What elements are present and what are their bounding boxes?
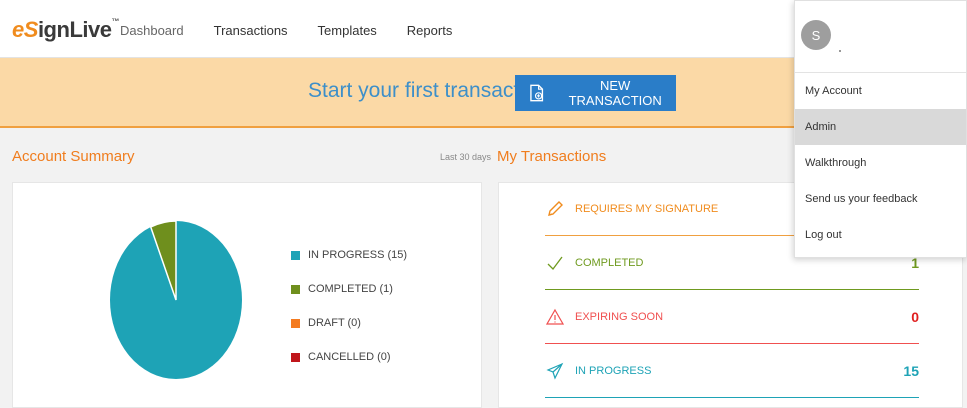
app: eSignLive™ Dashboard Transactions Templa… [0, 0, 967, 408]
checkmark-icon [545, 253, 565, 273]
legend-label: CANCELLED (0) [308, 351, 391, 363]
esignlive-logo[interactable]: eSignLive™ [12, 17, 119, 43]
menu-item-my-account[interactable]: My Account [795, 73, 966, 109]
menu-item-walkthrough[interactable]: Walkthrough [795, 145, 966, 181]
new-document-icon [530, 84, 544, 102]
tx-row-label: EXPIRING SOON [575, 311, 664, 323]
legend-item-draft[interactable]: DRAFT (0) [291, 306, 407, 340]
tx-row-count: 15 [903, 363, 919, 379]
account-summary-title: Account Summary [12, 148, 135, 165]
nav-transactions[interactable]: Transactions [214, 23, 288, 38]
nav-reports[interactable]: Reports [407, 23, 453, 38]
nav-dashboard[interactable]: Dashboard [120, 23, 184, 38]
legend-item-completed[interactable]: COMPLETED (1) [291, 272, 407, 306]
new-transaction-label: NEW TRANSACTION [568, 78, 662, 108]
pen-icon [545, 199, 565, 219]
menu-item-log-out[interactable]: Log out [795, 217, 966, 253]
main-nav: Dashboard Transactions Templates Reports [120, 23, 482, 38]
avatar[interactable]: S [801, 20, 831, 50]
swatch [291, 284, 300, 294]
my-transactions-title: My Transactions [497, 148, 607, 165]
banner-text: Start your first transaction [308, 79, 548, 102]
tx-row-expiring-soon[interactable]: EXPIRING SOON 0 [545, 291, 919, 344]
user-menu-header: S [795, 1, 966, 73]
legend-label: COMPLETED (1) [308, 283, 393, 295]
user-menu-dropdown: S My Account Admin Walkthrough Send us y… [794, 0, 967, 258]
nav-templates[interactable]: Templates [318, 23, 377, 38]
separator-dot [839, 50, 841, 52]
account-summary-pie-chart [110, 220, 242, 379]
tx-row-label: IN PROGRESS [575, 365, 652, 377]
tx-row-count: 0 [911, 309, 919, 325]
period-label: Last 30 days [440, 152, 492, 162]
legend-label: IN PROGRESS (15) [308, 249, 408, 261]
tx-row-in-progress[interactable]: IN PROGRESS 15 [545, 345, 919, 398]
menu-item-admin[interactable]: Admin [795, 109, 966, 145]
pie-legend: IN PROGRESS (15) COMPLETED (1) DRAFT (0)… [291, 238, 407, 374]
legend-item-cancelled[interactable]: CANCELLED (0) [291, 340, 407, 374]
warning-icon [545, 307, 565, 327]
menu-item-feedback[interactable]: Send us your feedback [795, 181, 966, 217]
tx-row-label: COMPLETED [575, 257, 644, 269]
swatch [291, 318, 300, 328]
legend-item-in-progress[interactable]: IN PROGRESS (15) [291, 238, 407, 272]
account-summary-panel: IN PROGRESS (15) COMPLETED (1) DRAFT (0)… [12, 182, 482, 408]
swatch [291, 250, 300, 260]
swatch [291, 352, 300, 362]
paper-plane-icon [545, 361, 565, 381]
legend-label: DRAFT (0) [308, 317, 361, 329]
new-transaction-button[interactable]: NEW TRANSACTION [515, 75, 676, 111]
